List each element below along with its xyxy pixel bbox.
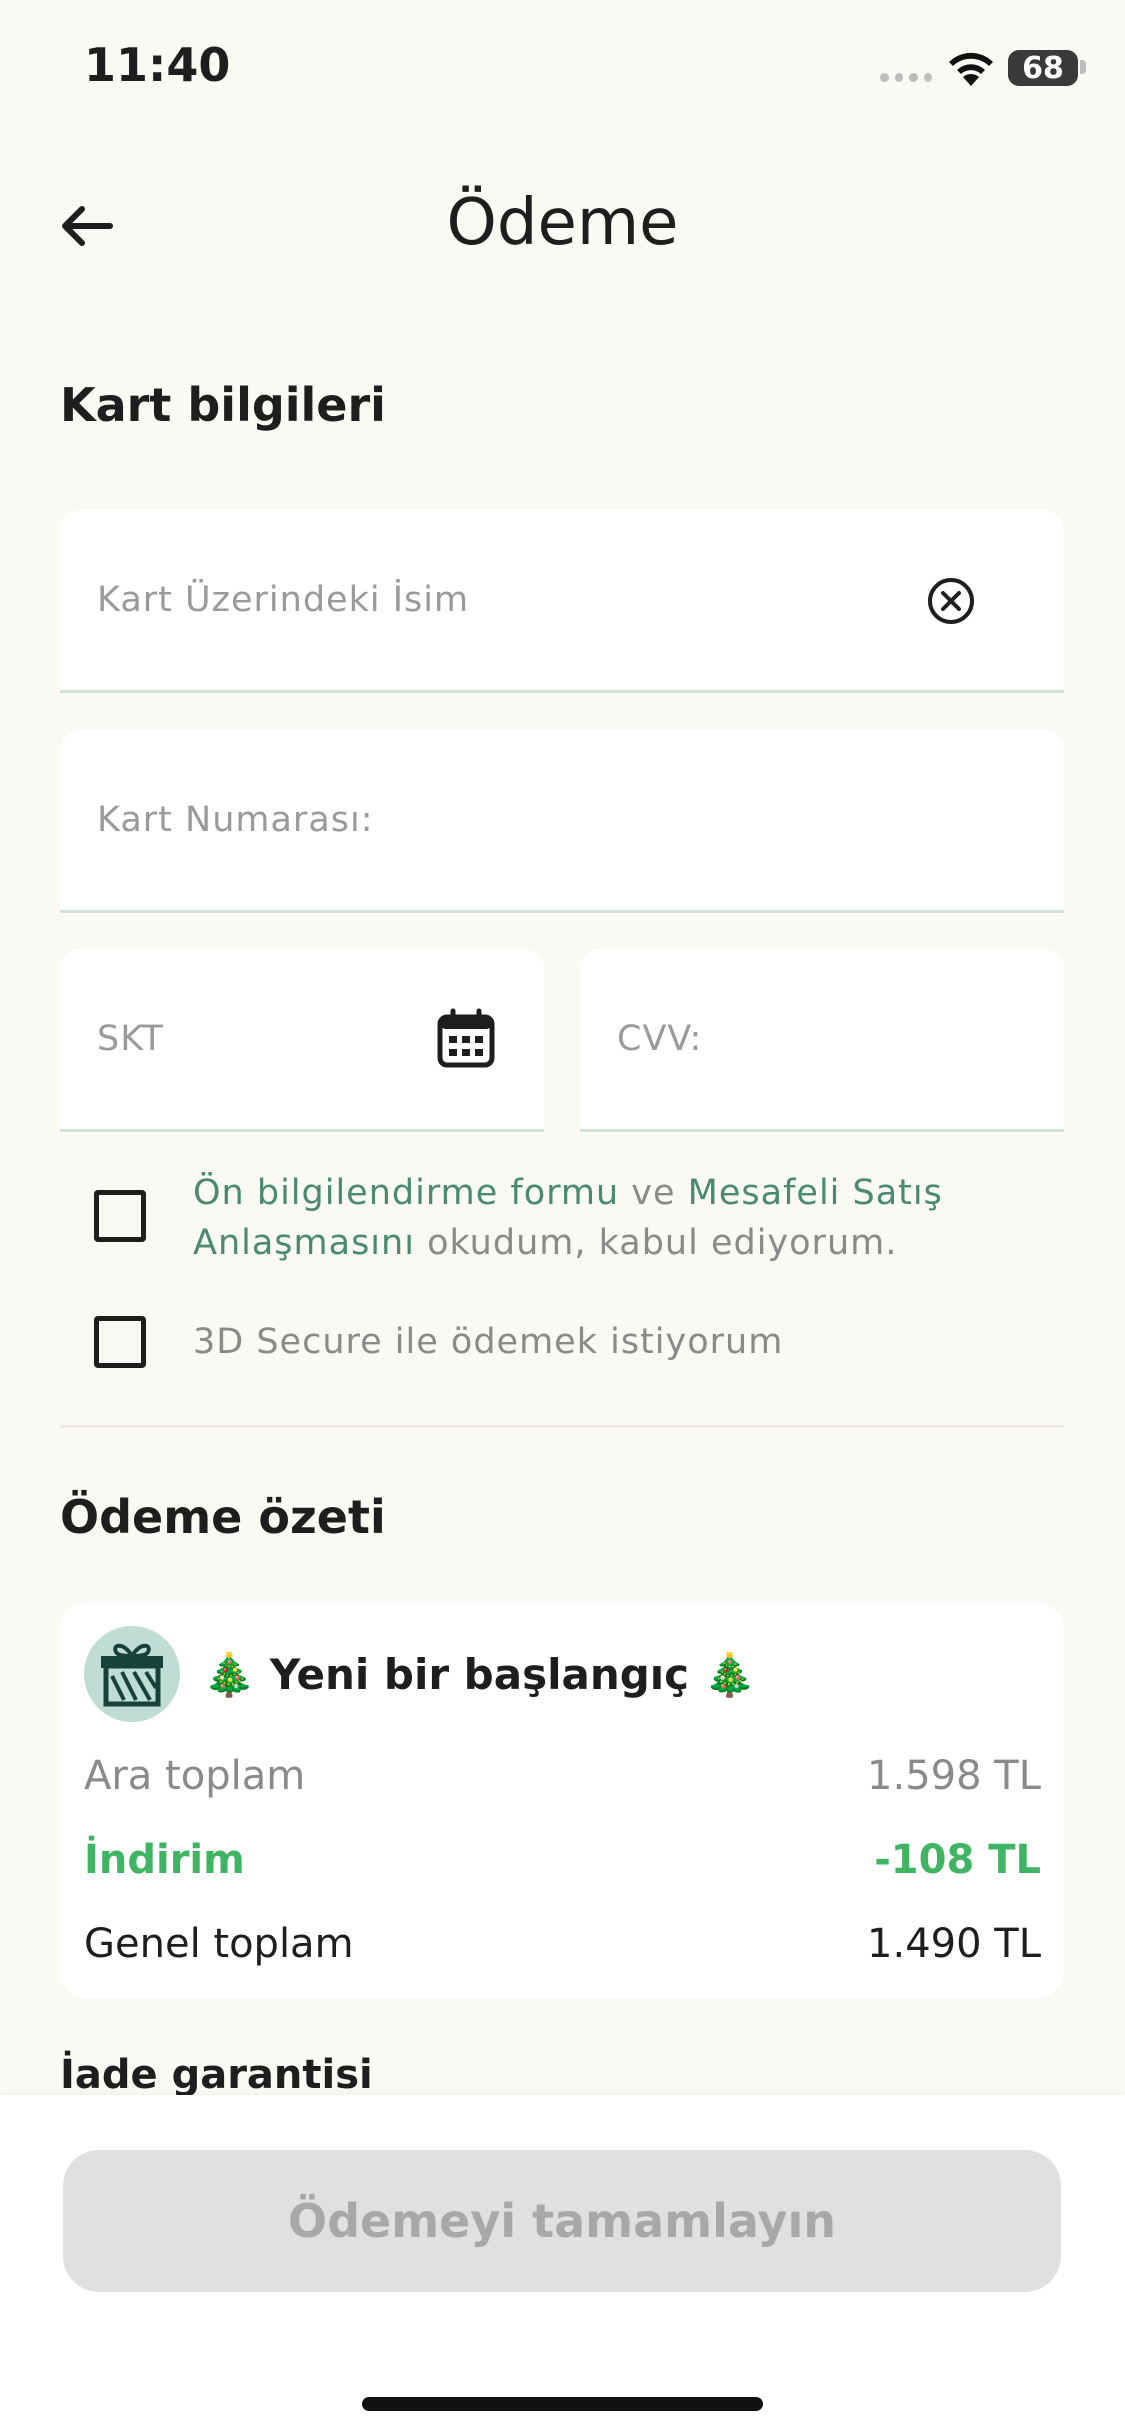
terms-text: Ön bilgilendirme formu ve Mesafeli Satış… (193, 1168, 1033, 1268)
cellular-signal-icon (880, 70, 932, 84)
section-divider (60, 1425, 1064, 1428)
complete-payment-button[interactable]: Ödemeyi tamamlayın (63, 2150, 1061, 2292)
preliminary-info-link[interactable]: Ön bilgilendirme formu (193, 1173, 619, 1213)
page-title: Ödeme (446, 186, 679, 260)
cvv-input[interactable]: CVV: (580, 949, 1064, 1132)
total-value: 1.490 TL (867, 1921, 1041, 1967)
summary-title: Ödeme özeti (60, 1490, 386, 1544)
gift-badge (84, 1626, 180, 1722)
discount-value: -108 TL (874, 1837, 1041, 1883)
home-indicator (362, 2397, 763, 2411)
card-info-title: Kart bilgileri (60, 378, 386, 432)
card-number-input[interactable]: Kart Numarası: (60, 730, 1064, 913)
promo-title: 🎄 Yeni bir başlangıç 🎄 (203, 1650, 756, 1699)
terms-checkbox[interactable] (94, 1190, 146, 1242)
terms-rest: okudum, kabul ediyorum. (414, 1223, 898, 1263)
card-number-placeholder: Kart Numarası: (97, 800, 374, 840)
calendar-icon[interactable] (434, 1007, 498, 1071)
cvv-placeholder: CVV: (617, 1019, 703, 1059)
card-name-placeholder: Kart Üzerindeki İsim (97, 580, 470, 620)
total-label: Genel toplam (84, 1921, 354, 1967)
status-time: 11:40 (84, 38, 231, 92)
secure3d-checkbox[interactable] (94, 1316, 146, 1368)
subtotal-label: Ara toplam (84, 1753, 306, 1799)
expiry-placeholder: SKT (97, 1019, 164, 1059)
discount-label: İndirim (84, 1837, 245, 1883)
expiry-input[interactable]: SKT (60, 949, 544, 1132)
secure3d-label: 3D Secure ile ödemek istiyorum (193, 1322, 784, 1362)
terms-and: ve (619, 1173, 688, 1213)
battery-cap (1080, 60, 1086, 74)
wifi-icon (949, 52, 993, 86)
clear-icon[interactable] (926, 576, 976, 626)
battery-icon: 68 (1008, 50, 1078, 86)
subtotal-value: 1.598 TL (867, 1753, 1041, 1799)
gift-icon (101, 1643, 163, 1707)
card-name-input[interactable]: Kart Üzerindeki İsim (60, 510, 1064, 693)
refund-guarantee-title: İade garantisi (60, 2052, 373, 2098)
